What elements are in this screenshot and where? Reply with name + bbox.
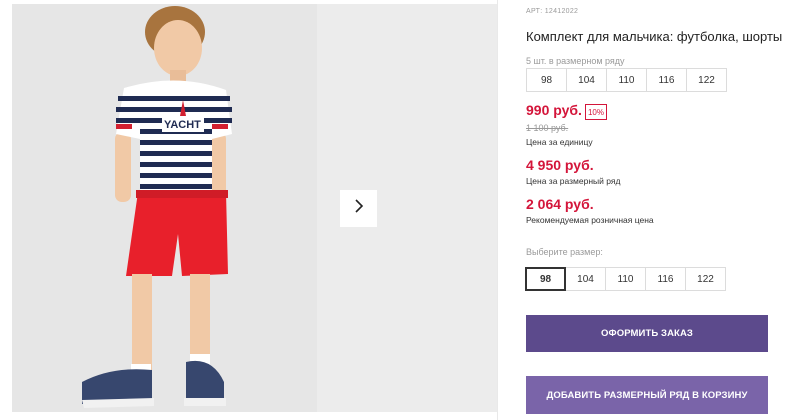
size-option-122[interactable]: 122 [685,267,726,291]
size-row-item: 110 [606,68,647,92]
product-title: Комплект для мальчика: футболка, шорты [526,29,783,44]
panel-divider [497,0,498,420]
boy-illustration: YACHT [12,4,317,412]
choose-size-label: Выберите размер: [526,247,603,257]
size-option-98[interactable]: 98 [525,267,566,291]
size-row-item: 122 [686,68,727,92]
row-price: 4 950 руб. [526,157,594,173]
product-gallery: YACHT [0,0,497,420]
retail-price: 2 064 руб. [526,196,594,212]
svg-text:YACHT: YACHT [164,119,201,131]
unit-price-caption: Цена за единицу [526,137,593,147]
size-row-item: 116 [646,68,687,92]
discount-badge: 10% [585,104,607,120]
size-option-110[interactable]: 110 [605,267,646,291]
row-price-caption: Цена за размерный ряд [526,176,621,186]
size-option-104[interactable]: 104 [565,267,606,291]
size-option-116[interactable]: 116 [645,267,686,291]
size-selector: 98 104 110 116 122 [525,267,726,291]
order-button[interactable]: ОФОРМИТЬ ЗАКАЗ [526,315,768,352]
size-row-item: 104 [566,68,607,92]
size-row-caption: 5 шт. в размерном ряду [526,56,625,66]
retail-price-caption: Рекомендуемая розничная цена [526,215,654,225]
old-price: 1 100 руб. [526,123,569,133]
article-number: АРТ: 12412022 [526,8,579,15]
size-row-item: 98 [526,68,567,92]
add-size-row-to-cart-button[interactable]: ДОБАВИТЬ РАЗМЕРНЫЙ РЯД В КОРЗИНУ [526,376,768,414]
size-row-list: 98 104 110 116 122 [526,68,727,92]
next-photo-button[interactable] [340,190,377,227]
unit-price: 990 руб. [526,102,582,118]
chevron-right-icon [353,198,365,219]
product-photo[interactable]: YACHT [12,4,317,412]
